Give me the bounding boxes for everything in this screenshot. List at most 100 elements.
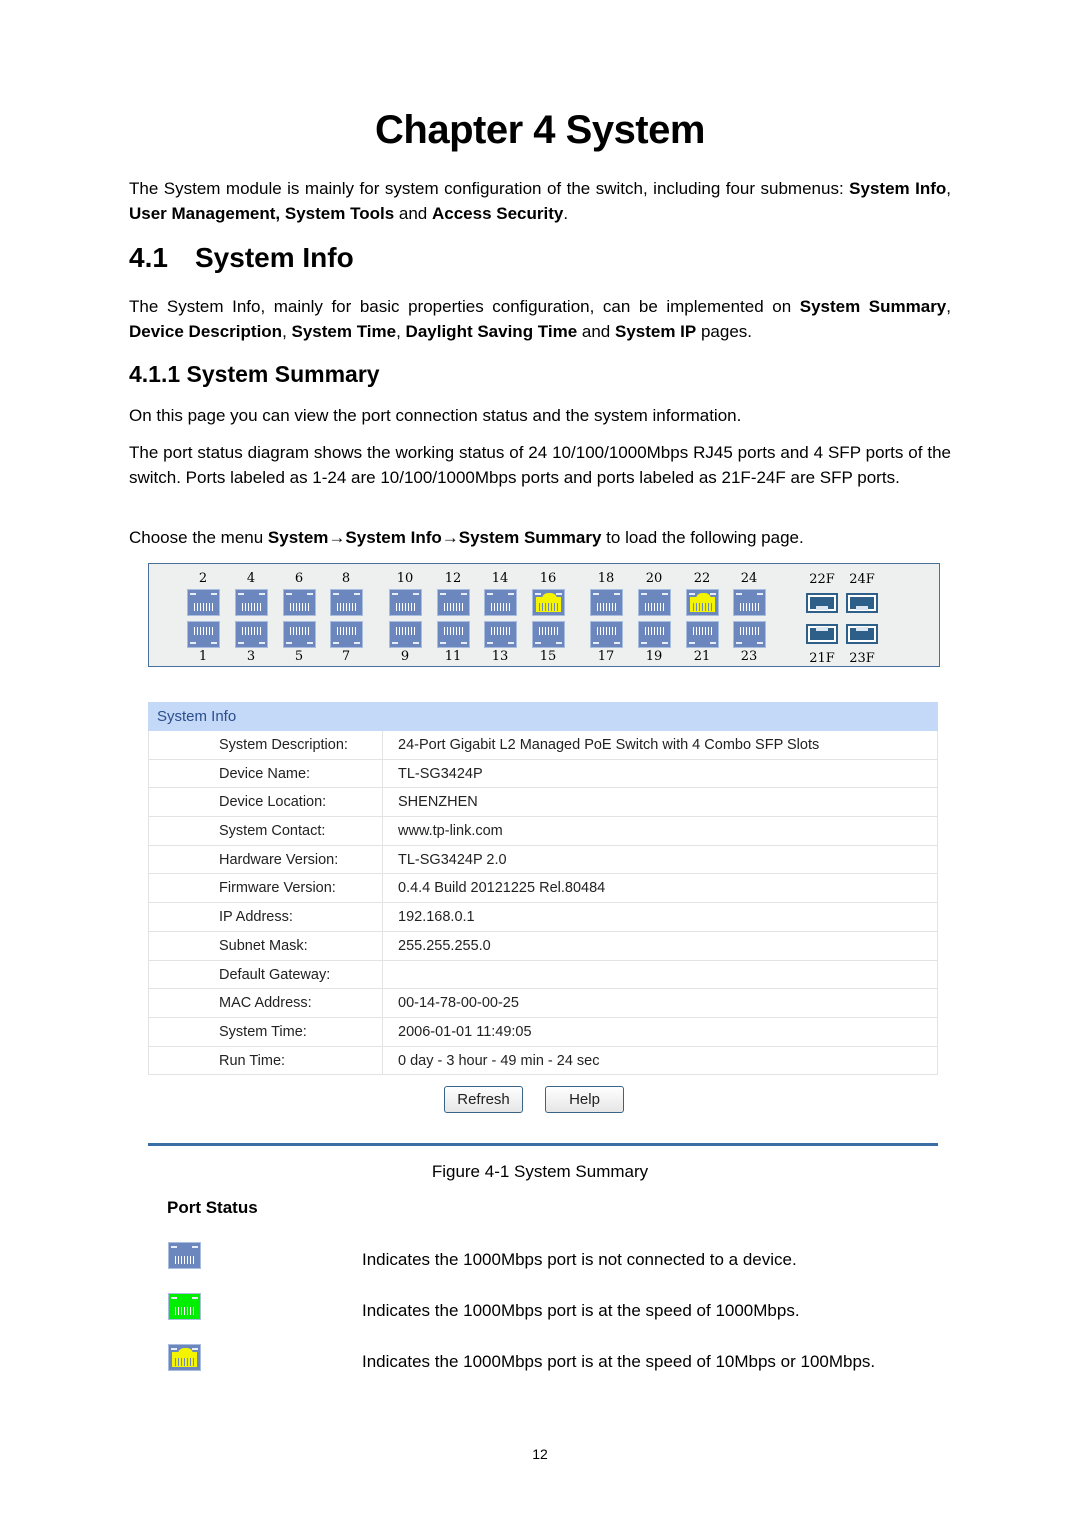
rj45-port-icon[interactable] <box>638 621 671 648</box>
rj45-port-icon[interactable] <box>437 621 470 648</box>
row-value: SHENZHEN <box>398 794 478 811</box>
rj45-port-icon[interactable] <box>532 589 565 616</box>
port-number-label: 1 <box>198 649 208 664</box>
port-number-label: 17 <box>597 649 615 664</box>
row-label: Device Location: <box>149 788 383 817</box>
row-value: 192.168.0.1 <box>398 909 475 926</box>
button-bar: Refresh Help <box>148 1077 938 1146</box>
sfp-port-icon[interactable] <box>846 624 878 644</box>
refresh-button[interactable]: Refresh <box>444 1086 523 1113</box>
rj45-port-icon[interactable] <box>330 621 363 648</box>
port-number-label: 24 <box>740 571 758 586</box>
section-number: 4.1 <box>129 242 168 273</box>
rj45-port-icon[interactable] <box>686 589 719 616</box>
port-number-label: 15 <box>539 649 557 664</box>
sfp-port-icon[interactable] <box>846 593 878 613</box>
rj45-port-icon[interactable] <box>437 589 470 616</box>
row-label: Firmware Version: <box>149 874 383 903</box>
sfp-port-icon[interactable] <box>806 624 838 644</box>
rj45-port-icon[interactable] <box>283 621 316 648</box>
rj45-port-icon[interactable] <box>389 589 422 616</box>
sfp-port-icon[interactable] <box>806 593 838 613</box>
port-number-label: 18 <box>597 571 615 586</box>
port-number-label: 4 <box>246 571 256 586</box>
system-info-row: Device Name: TL-SG3424P <box>148 759 938 789</box>
rj45-port-icon[interactable] <box>590 589 623 616</box>
row-value: 0 day - 3 hour - 49 min - 24 sec <box>398 1052 600 1069</box>
para-sep: , <box>946 297 951 316</box>
system-info-row: Device Location: SHENZHEN <box>148 788 938 818</box>
row-value: 255.255.255.0 <box>398 937 491 954</box>
row-label: Subnet Mask: <box>149 931 383 960</box>
row-value: 0.4.4 Build 20121225 Rel.80484 <box>398 880 606 897</box>
port-10-100mbps-icon <box>168 1344 201 1371</box>
figure-caption: Figure 4-1 System Summary <box>431 1162 649 1181</box>
intro-sep: , <box>946 179 952 198</box>
system-info-row: System Time: 2006-01-01 11:49:05 <box>148 1017 938 1047</box>
port-number-label: 6 <box>294 571 304 586</box>
intro-paragraph: The System module is mainly for system c… <box>129 176 951 226</box>
intro-end: . <box>563 204 569 223</box>
summary-paragraph-3: Choose the menu System→System Info→Syste… <box>129 525 951 550</box>
rj45-port-icon[interactable] <box>733 589 766 616</box>
bold-daylight-saving: Daylight Saving Time <box>405 322 578 341</box>
row-value: www.tp-link.com <box>398 823 503 840</box>
rj45-port-icon[interactable] <box>484 589 517 616</box>
port-status-panel: 2 1 4 3 6 5 8 7 10 9 12 11 14 13 16 15 18 17 20 19 22 21 24 23 2… <box>148 563 940 667</box>
port-number-label: 19 <box>645 649 663 664</box>
row-label: System Description: <box>149 731 383 759</box>
summary-paragraph-2: The port status diagram shows the workin… <box>129 443 951 487</box>
menu-path: System→System Info→System Summary <box>267 528 602 547</box>
row-label: System Time: <box>149 1017 383 1046</box>
system-info-row: Default Gateway: <box>148 960 938 990</box>
system-info-table: System Info System Description: 24-Port G… <box>148 702 938 1076</box>
para-sep: , <box>282 322 292 341</box>
sfp-port-label: 24F <box>849 572 875 587</box>
port-number-label: 23 <box>740 649 758 664</box>
port-1000mbps-icon <box>168 1293 201 1320</box>
bold-system-time: System Time <box>291 322 397 341</box>
port-number-label: 12 <box>444 571 462 586</box>
para-sep: and <box>577 322 615 341</box>
system-info-row: Subnet Mask: 255.255.255.0 <box>148 931 938 961</box>
row-label: IP Address: <box>149 903 383 931</box>
rj45-port-icon[interactable] <box>330 589 363 616</box>
section-heading-4-1-1: 4.1.1 System Summary <box>129 361 380 387</box>
legend-description: Indicates the 1000Mbps port is at the sp… <box>362 1352 876 1371</box>
port-number-label: 9 <box>400 649 410 664</box>
para-sep: , <box>396 322 406 341</box>
rj45-port-icon[interactable] <box>590 621 623 648</box>
rj45-port-icon[interactable] <box>484 621 517 648</box>
help-button[interactable]: Help <box>545 1086 624 1113</box>
rj45-port-icon[interactable] <box>187 621 220 648</box>
legend-description: Indicates the 1000Mbps port is at the sp… <box>362 1301 800 1320</box>
chapter-title: Chapter 4 System <box>375 108 705 152</box>
row-label: Device Name: <box>149 759 383 788</box>
rj45-port-icon[interactable] <box>283 589 316 616</box>
system-info-row: MAC Address: 00-14-78-00-00-25 <box>148 989 938 1018</box>
rj45-port-icon[interactable] <box>389 621 422 648</box>
rj45-port-icon[interactable] <box>235 589 268 616</box>
bold-system-ip: System IP <box>614 322 697 341</box>
port-not-connected-icon <box>168 1242 201 1269</box>
row-label: MAC Address: <box>149 989 383 1017</box>
port-number-label: 2 <box>198 571 208 586</box>
rj45-port-icon[interactable] <box>235 621 268 648</box>
sfp-port-label: 22F <box>809 572 835 587</box>
system-info-row: System Description: 24-Port Gigabit L2 Ma… <box>148 731 938 760</box>
row-label: Run Time: <box>149 1046 383 1075</box>
row-value: 2006-01-01 11:49:05 <box>398 1023 532 1040</box>
rj45-port-icon[interactable] <box>686 621 719 648</box>
system-info-row: Hardware Version: TL-SG3424P 2.0 <box>148 845 938 875</box>
intro-sep: and <box>394 204 432 223</box>
rj45-port-icon[interactable] <box>638 589 671 616</box>
rj45-port-icon[interactable] <box>733 621 766 648</box>
row-value: 00-14-78-00-00-25 <box>398 995 519 1012</box>
port-number-label: 16 <box>539 571 557 586</box>
rj45-port-icon[interactable] <box>532 621 565 648</box>
port-number-label: 22 <box>693 571 711 586</box>
para-text: The System Info, mainly for basic proper… <box>129 297 800 316</box>
bold-system-summary: System Summary <box>799 297 947 316</box>
rj45-port-icon[interactable] <box>187 589 220 616</box>
system-info-row: IP Address: 192.168.0.1 <box>148 903 938 932</box>
